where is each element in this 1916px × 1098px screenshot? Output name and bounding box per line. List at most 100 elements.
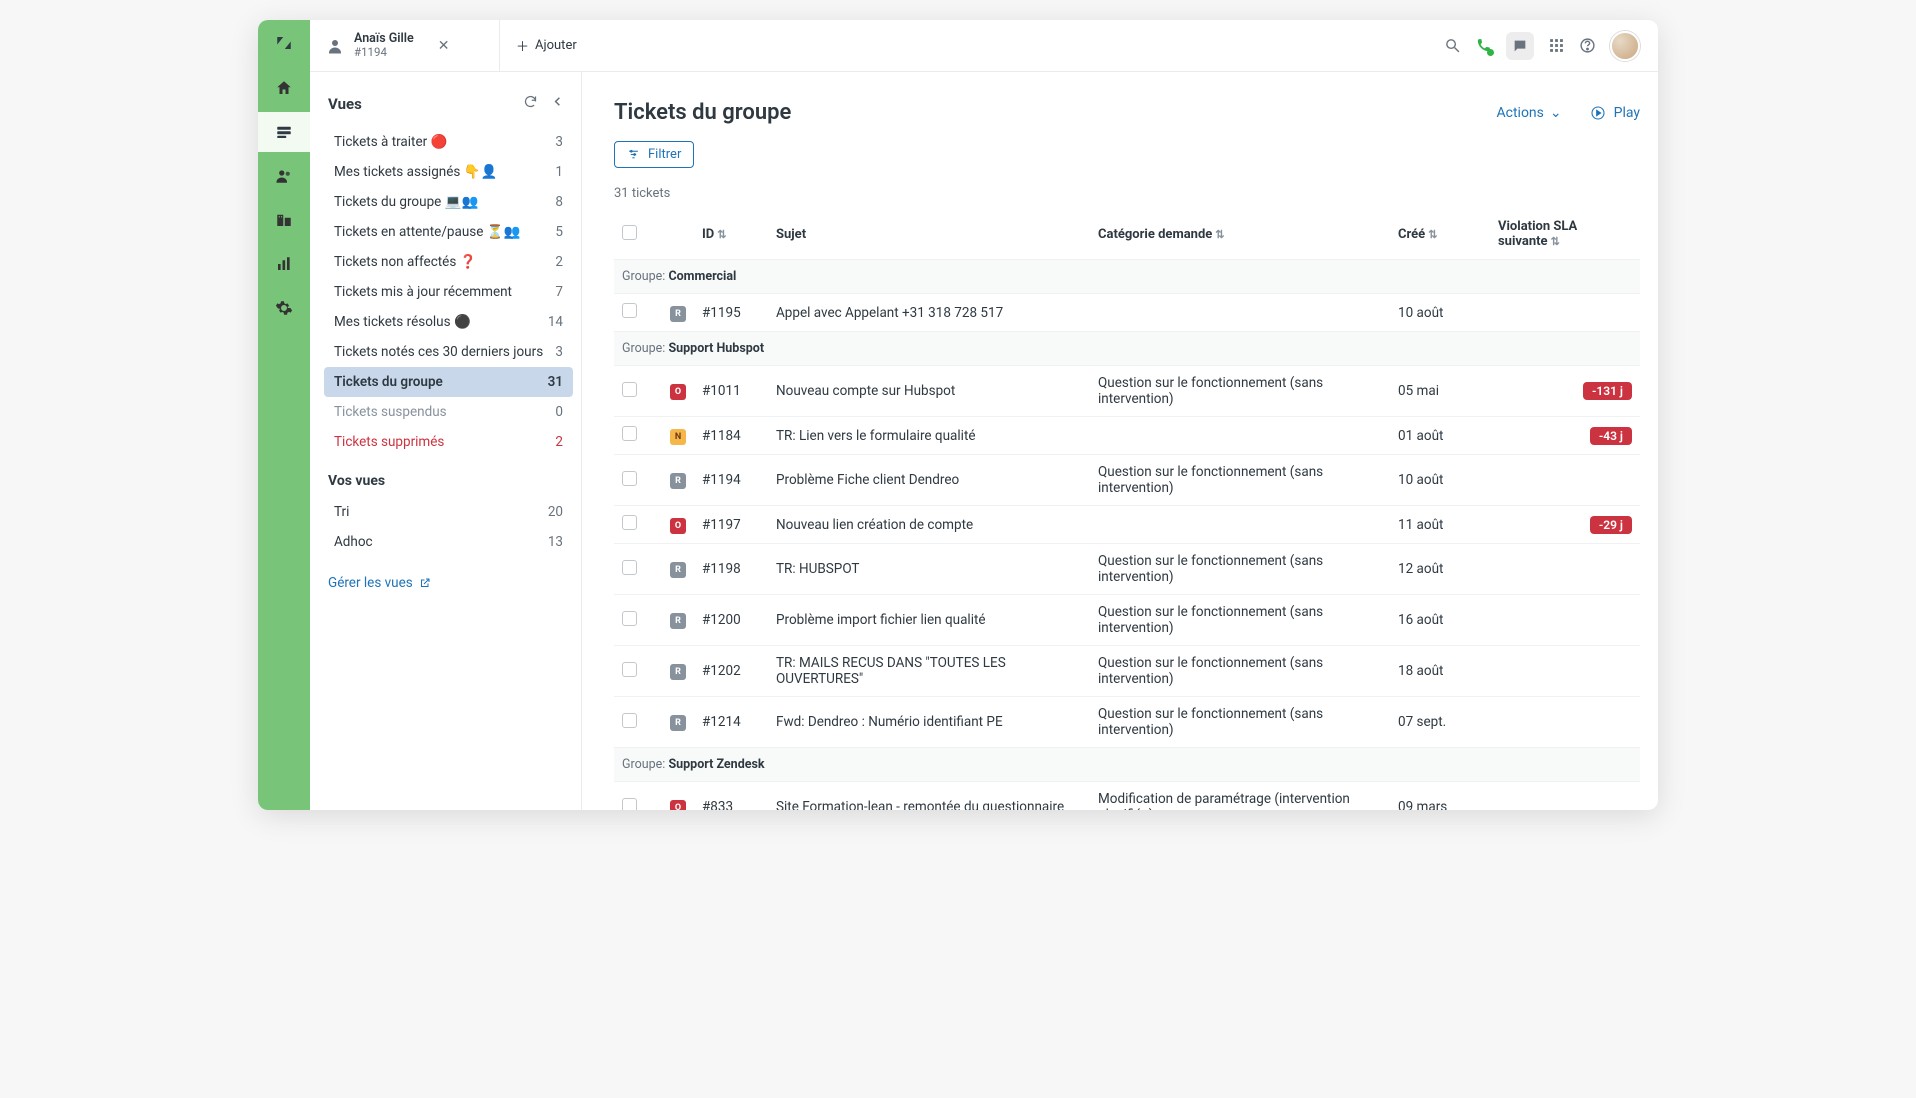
ticket-sla: -29 j — [1490, 506, 1640, 544]
ticket-id: #1200 — [694, 595, 768, 646]
row-checkbox[interactable] — [622, 515, 637, 530]
nav-views[interactable] — [258, 112, 310, 152]
ticket-row[interactable]: O#1011Nouveau compte sur HubspotQuestion… — [614, 366, 1640, 417]
view-label: Tickets mis à jour récemment — [334, 284, 512, 300]
view-row[interactable]: Mes tickets assignés 👇👤1 — [324, 157, 573, 187]
row-checkbox[interactable] — [622, 662, 637, 677]
ticket-created: 16 août — [1390, 595, 1490, 646]
status-badge: R — [670, 613, 686, 629]
ticket-row[interactable]: R#1214Fwd: Dendreo : Numério identifiant… — [614, 697, 1640, 748]
view-row[interactable]: Tickets du groupe31 — [324, 367, 573, 397]
nav-admin[interactable] — [258, 288, 310, 328]
talk-phone-icon[interactable] — [1475, 37, 1492, 54]
ticket-subject: Fwd: Dendreo : Numério identifiant PE — [768, 697, 1090, 748]
ticket-created: 01 août — [1390, 417, 1490, 455]
col-category[interactable]: Catégorie demande⇅ — [1090, 211, 1390, 260]
ticket-id: #1184 — [694, 417, 768, 455]
row-checkbox[interactable] — [622, 560, 637, 575]
nav-home[interactable] — [258, 68, 310, 108]
play-button[interactable]: Play — [1590, 105, 1640, 121]
views-title: Vues — [328, 95, 362, 113]
actions-dropdown[interactable]: Actions ⌄ — [1497, 105, 1562, 121]
view-row[interactable]: Tickets suspendus0 — [324, 397, 573, 427]
view-row[interactable]: Tickets à traiter 🔴3 — [324, 127, 573, 157]
view-row[interactable]: Tickets supprimés 2 — [324, 427, 573, 457]
views-list: Tickets à traiter 🔴3Mes tickets assignés… — [324, 127, 573, 457]
status-badge: N — [670, 429, 686, 445]
ticket-category: Question sur le fonctionnement (sans int… — [1090, 697, 1390, 748]
help-icon[interactable] — [1579, 37, 1596, 54]
manage-views-link[interactable]: Gérer les vues — [324, 557, 435, 595]
ticket-sla: -131 j — [1490, 366, 1640, 417]
brand-logo-icon[interactable] — [273, 32, 295, 54]
content-panel: Tickets du groupe Actions ⌄ Play — [582, 72, 1658, 810]
row-checkbox[interactable] — [622, 611, 637, 626]
col-sla[interactable]: Violation SLA suivante⇅ — [1490, 211, 1640, 260]
row-checkbox[interactable] — [622, 471, 637, 486]
ticket-category: Question sur le fonctionnement (sans int… — [1090, 595, 1390, 646]
row-checkbox[interactable] — [622, 798, 637, 811]
col-id[interactable]: ID⇅ — [694, 211, 768, 260]
view-count: 2 — [555, 434, 563, 450]
ticket-row[interactable]: N #1184TR: Lien vers le formulaire qualit… — [614, 417, 1640, 455]
ticket-row[interactable]: R#1202TR: MAILS RECUS DANS "TOUTES LES O… — [614, 646, 1640, 697]
view-row[interactable]: Tickets en attente/pause ⏳👥5 — [324, 217, 573, 247]
tickets-table: ID⇅ Sujet Catégorie demande⇅ Créé⇅ Viola… — [614, 211, 1640, 810]
nav-organizations[interactable] — [258, 200, 310, 240]
view-label: Tickets supprimés — [334, 434, 444, 450]
view-row[interactable]: Tickets notés ces 30 derniers jours3 — [324, 337, 573, 367]
ticket-row[interactable]: O#1197Nouveau lien création de compte11 … — [614, 506, 1640, 544]
ticket-row[interactable]: R#1194Problème Fiche client DendreoQuest… — [614, 455, 1640, 506]
ticket-id: #1198 — [694, 544, 768, 595]
workspace-tab[interactable]: Anaïs Gille #1194 ✕ — [310, 20, 500, 71]
search-icon[interactable] — [1444, 37, 1461, 54]
view-row[interactable]: Tickets non affectés ❓2 — [324, 247, 573, 277]
ticket-subject: Problème import fichier lien qualité — [768, 595, 1090, 646]
top-bar: Anaïs Gille #1194 ✕ ＋ Ajouter — [310, 20, 1658, 72]
ticket-subject: TR: Lien vers le formulaire qualité — [768, 417, 1090, 455]
sort-icon: ⇅ — [717, 228, 726, 241]
view-count: 0 — [555, 404, 563, 420]
sort-icon: ⇅ — [1215, 228, 1224, 241]
tab-close-icon[interactable]: ✕ — [438, 38, 450, 54]
ticket-subject: Nouveau compte sur Hubspot — [768, 366, 1090, 417]
col-created[interactable]: Créé⇅ — [1390, 211, 1490, 260]
row-checkbox[interactable] — [622, 382, 637, 397]
ticket-id: #1197 — [694, 506, 768, 544]
ticket-row[interactable]: R#1195Appel avec Appelant +31 318 728 51… — [614, 294, 1640, 332]
row-checkbox[interactable] — [622, 303, 637, 318]
view-row[interactable]: Tickets du groupe 💻👥8 — [324, 187, 573, 217]
view-count: 2 — [555, 254, 563, 270]
view-row[interactable]: Tri20 — [324, 497, 573, 527]
ticket-category — [1090, 506, 1390, 544]
apps-icon[interactable] — [1548, 37, 1565, 54]
sla-badge: -131 j — [1583, 382, 1632, 400]
view-row[interactable]: Adhoc13 — [324, 527, 573, 557]
filter-button[interactable]: Filtrer — [614, 141, 694, 168]
nav-customers[interactable] — [258, 156, 310, 196]
view-count: 3 — [555, 134, 563, 150]
ticket-row[interactable]: R#1198TR: HUBSPOTQuestion sur le fonctio… — [614, 544, 1640, 595]
view-row[interactable]: Tickets mis à jour récemment7 — [324, 277, 573, 307]
ticket-row[interactable]: O#833Site Formation-lean - remontée du q… — [614, 782, 1640, 811]
view-label: Tickets en attente/pause ⏳👥 — [334, 224, 520, 240]
row-checkbox[interactable] — [622, 713, 637, 728]
add-tab-button[interactable]: ＋ Ajouter — [500, 20, 593, 71]
profile-avatar[interactable] — [1610, 31, 1640, 61]
ticket-id: #1195 — [694, 294, 768, 332]
chat-icon[interactable] — [1506, 32, 1534, 60]
sla-badge: -29 j — [1590, 516, 1632, 534]
view-label: Adhoc — [334, 534, 373, 550]
ticket-subject: Appel avec Appelant +31 318 728 517 — [768, 294, 1090, 332]
ticket-created: 07 sept. — [1390, 697, 1490, 748]
row-checkbox[interactable] — [622, 426, 637, 441]
ticket-row[interactable]: R #1200Problème import fichier lien quali… — [614, 595, 1640, 646]
select-all-checkbox[interactable] — [622, 225, 637, 240]
collapse-icon[interactable] — [550, 94, 565, 113]
play-icon — [1590, 105, 1606, 121]
col-subject[interactable]: Sujet — [768, 211, 1090, 260]
view-row[interactable]: Mes tickets résolus ⚫14 — [324, 307, 573, 337]
ticket-sla — [1490, 697, 1640, 748]
refresh-icon[interactable] — [523, 94, 538, 113]
nav-reporting[interactable] — [258, 244, 310, 284]
